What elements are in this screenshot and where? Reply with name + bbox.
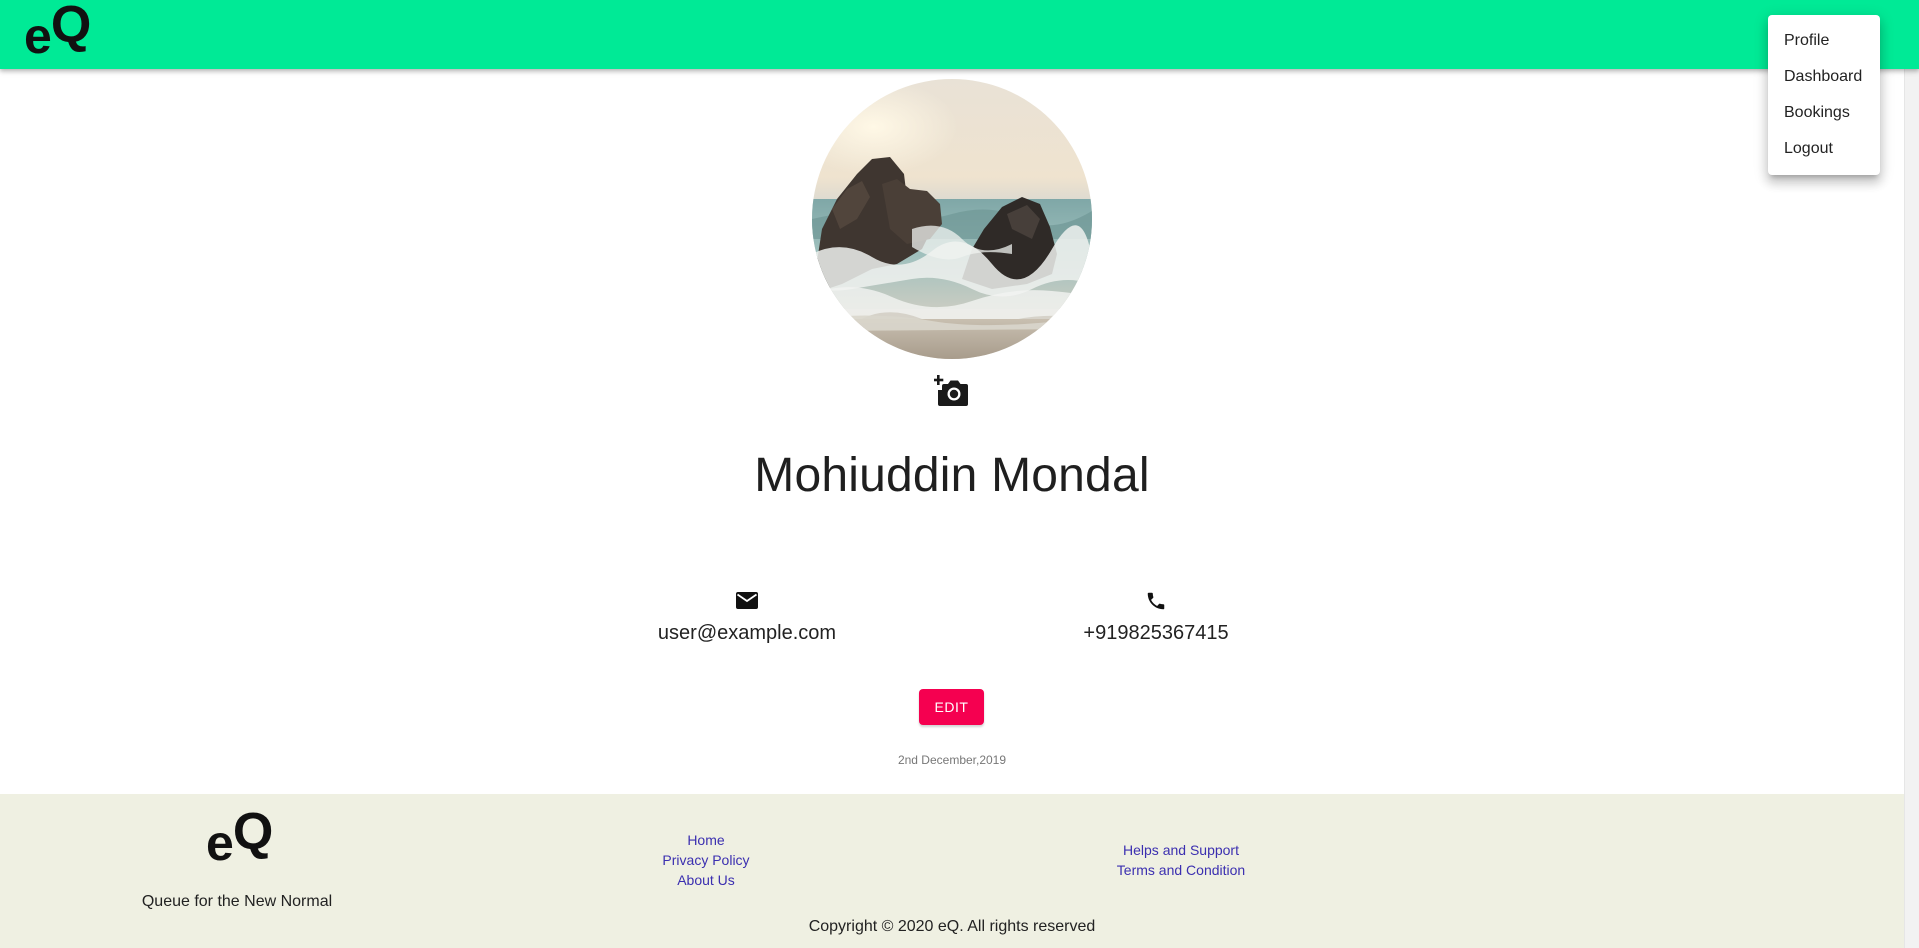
footer-link-terms[interactable]: Terms and Condition (1081, 860, 1281, 880)
footer-link-about-us[interactable]: About Us (606, 870, 806, 890)
account-dropdown-menu: Profile Dashboard Bookings Logout (1768, 15, 1880, 175)
joined-date: 2nd December,2019 (897, 753, 1007, 767)
menu-item-profile[interactable]: Profile (1768, 23, 1880, 59)
footer-links-secondary: Helps and Support Terms and Condition (1081, 840, 1281, 880)
profile-page: e Q Profile Dashboard Bookings Logout Mo… (0, 0, 1919, 948)
menu-item-bookings[interactable]: Bookings (1768, 95, 1880, 131)
add-a-photo-icon (934, 375, 968, 406)
logo-letter-e: e (24, 8, 52, 64)
phone-block: +919825367415 (1006, 586, 1306, 645)
email-value: user@example.com (657, 622, 837, 644)
footer-tagline: Queue for the New Normal (141, 893, 333, 910)
profile-avatar (812, 79, 1092, 359)
footer-link-privacy-policy[interactable]: Privacy Policy (606, 850, 806, 870)
edit-button[interactable]: EDIT (919, 689, 984, 725)
mail-icon (736, 592, 758, 609)
phone-value: +919825367415 (1083, 622, 1229, 644)
footer-links-primary: Home Privacy Policy About Us (606, 830, 806, 890)
logo-letter-q: Q (50, 0, 92, 54)
footer-logo-letter-q: Q (232, 803, 274, 861)
change-photo-button[interactable] (933, 373, 971, 409)
footer-link-home[interactable]: Home (606, 830, 806, 850)
scrollbar-track[interactable] (1904, 69, 1919, 948)
phone-icon (1147, 592, 1165, 610)
copyright-text: Copyright © 2020 eQ. All rights reserved (808, 918, 1096, 935)
footer-logo-letter-e: e (206, 815, 234, 871)
beach-rocks-photo (812, 79, 1092, 359)
logo[interactable]: e Q (24, 0, 91, 64)
menu-item-dashboard[interactable]: Dashboard (1768, 59, 1880, 95)
footer-logo[interactable]: e Q (206, 803, 274, 871)
profile-name: Mohiuddin Mondal (754, 449, 1150, 502)
menu-item-logout[interactable]: Logout (1768, 131, 1880, 167)
top-app-bar: e Q (0, 0, 1919, 69)
footer: e Q Queue for the New Normal Home Privac… (0, 794, 1904, 948)
footer-link-help-support[interactable]: Helps and Support (1081, 840, 1281, 860)
email-block: user@example.com (597, 586, 897, 645)
